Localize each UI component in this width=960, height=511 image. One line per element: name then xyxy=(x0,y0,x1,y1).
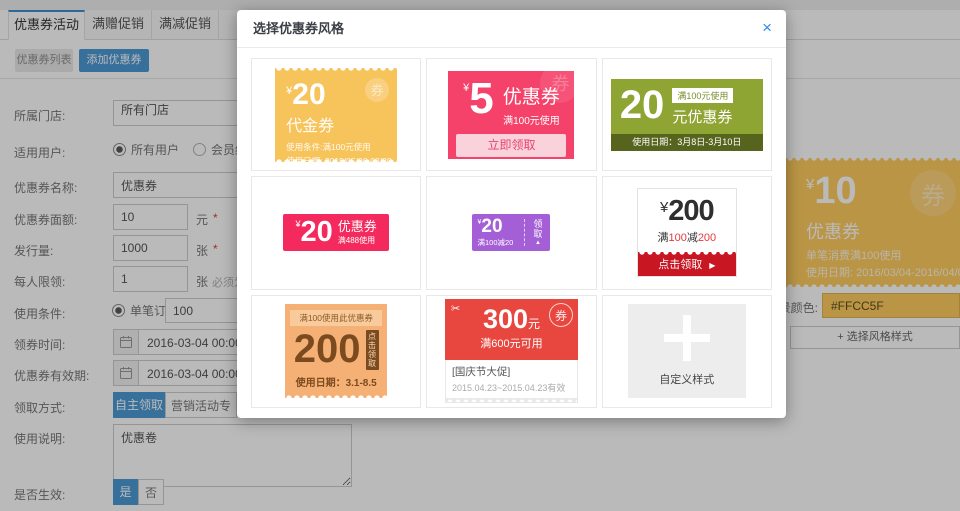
coupon-validity: 2015.04.23~2015.04.23有效 xyxy=(452,381,571,394)
plus-icon xyxy=(664,315,710,361)
coupon-style-cell-2[interactable]: 券 ¥5 优惠券 满100元使用 立即领取 xyxy=(426,58,596,171)
coupon-style-red[interactable]: ✂ 券 300元 满600元可用 [国庆节大促] 2015.04.23~2015… xyxy=(445,299,578,403)
coupon-edge xyxy=(285,393,387,398)
coupon-style-grid: 券 ¥20 代金券 使用条件:满100元使用 使用日期: 2015/05/06-… xyxy=(251,58,772,408)
coupon-campaign: [国庆节大促] xyxy=(452,364,571,379)
coupon-amount: 200 xyxy=(294,330,361,368)
coupon-style-cell-6[interactable]: ¥200 满100减200 点击领取▶ xyxy=(602,176,772,289)
coupon-condition-badge: 满100元使用 xyxy=(672,88,733,103)
coupon-title: 优惠券 xyxy=(338,220,377,234)
coupon-name: 代金券 xyxy=(286,112,397,136)
close-icon[interactable]: × xyxy=(762,10,772,46)
scissors-icon: ✂ xyxy=(451,302,460,315)
coupon-style-cell-9[interactable]: 自定义样式 xyxy=(602,295,772,408)
arrow-right-icon: ▶ xyxy=(709,261,715,270)
coupon-style-yellow[interactable]: 券 ¥20 代金券 使用条件:满100元使用 使用日期: 2015/05/06-… xyxy=(275,68,397,162)
coupon-condition: 满600元可用 xyxy=(445,335,578,351)
coupon-amount: ¥200 xyxy=(638,197,736,226)
coupon-style-modal: 选择优惠券风格 × 券 ¥20 代金券 使用条件:满100元使用 使用日期: 2… xyxy=(237,10,786,418)
custom-style-tile[interactable]: 自定义样式 xyxy=(628,304,746,398)
coupon-edge xyxy=(446,398,577,402)
coupon-style-cell-3[interactable]: 20 满100元使用 元优惠券 使用日期：3月8日-3月10日 xyxy=(602,58,772,171)
coupon-style-green[interactable]: 20 满100元使用 元优惠券 使用日期：3月8日-3月10日 xyxy=(611,79,763,151)
coupon-amount: ¥20 xyxy=(296,218,333,247)
coupon-style-cell-7[interactable]: 满100使用此优惠券 200 点击领取 使用日期：3.1-8.5 xyxy=(251,295,421,408)
coupon-condition: 满100减20 xyxy=(477,237,524,248)
coupon-condition: 满100减200 xyxy=(638,229,736,245)
coupon-edge xyxy=(275,157,397,162)
coupon-style-cell-1[interactable]: 券 ¥20 代金券 使用条件:满100元使用 使用日期: 2015/05/06-… xyxy=(251,58,421,171)
coupon-date-bar: 使用日期：3月8日-3月10日 xyxy=(611,134,763,151)
coupon-style-cell-5[interactable]: ¥20 满100减20 领取 ▲ xyxy=(426,176,596,289)
coupon-amount: 20 xyxy=(620,86,665,127)
coupon-stamp-icon: 券 xyxy=(365,78,389,102)
coupon-style-cell-4[interactable]: ¥20 优惠券 满488使用 xyxy=(251,176,421,289)
modal-header: 选择优惠券风格 × xyxy=(237,10,786,48)
click-claim-bar[interactable]: 点击领取▶ xyxy=(638,252,736,276)
coupon-condition: 满488使用 xyxy=(338,235,377,246)
coupon-amount: ¥20 xyxy=(477,217,524,236)
modal-title: 选择优惠券风格 xyxy=(253,10,344,48)
custom-style-label: 自定义样式 xyxy=(659,371,714,387)
coupon-style-orange[interactable]: 满100使用此优惠券 200 点击领取 使用日期：3.1-8.5 xyxy=(285,304,387,398)
coupon-style-badge-pink[interactable]: ¥20 优惠券 满488使用 xyxy=(283,214,389,251)
coupon-condition-bar: 满100使用此优惠券 xyxy=(290,310,382,326)
coupon-title: 元优惠券 xyxy=(672,106,733,127)
claim-now-button[interactable]: 立即领取 xyxy=(456,134,566,157)
coupon-style-white-red[interactable]: ¥200 满100减200 点击领取▶ xyxy=(637,188,737,277)
claim-label: 领取 xyxy=(533,219,543,239)
coupon-style-cell-8[interactable]: ✂ 券 300元 满600元可用 [国庆节大促] 2015.04.23~2015… xyxy=(426,295,596,408)
coupon-style-purple[interactable]: ¥20 满100减20 领取 ▲ xyxy=(472,214,550,251)
coupon-amount: ¥5 xyxy=(463,78,494,120)
click-claim-vertical-badge[interactable]: 点击领取 xyxy=(366,330,379,370)
coupon-edge xyxy=(638,252,736,257)
triangle-up-icon: ▲ xyxy=(535,240,541,246)
coupon-edge xyxy=(275,68,397,73)
coupon-condition: 满100元使用 xyxy=(503,112,560,127)
coupon-date: 使用日期：3.1-8.5 xyxy=(285,374,387,389)
coupon-style-pink[interactable]: 券 ¥5 优惠券 满100元使用 立即领取 xyxy=(448,71,574,159)
coupon-condition: 使用条件:满100元使用 xyxy=(286,141,397,153)
